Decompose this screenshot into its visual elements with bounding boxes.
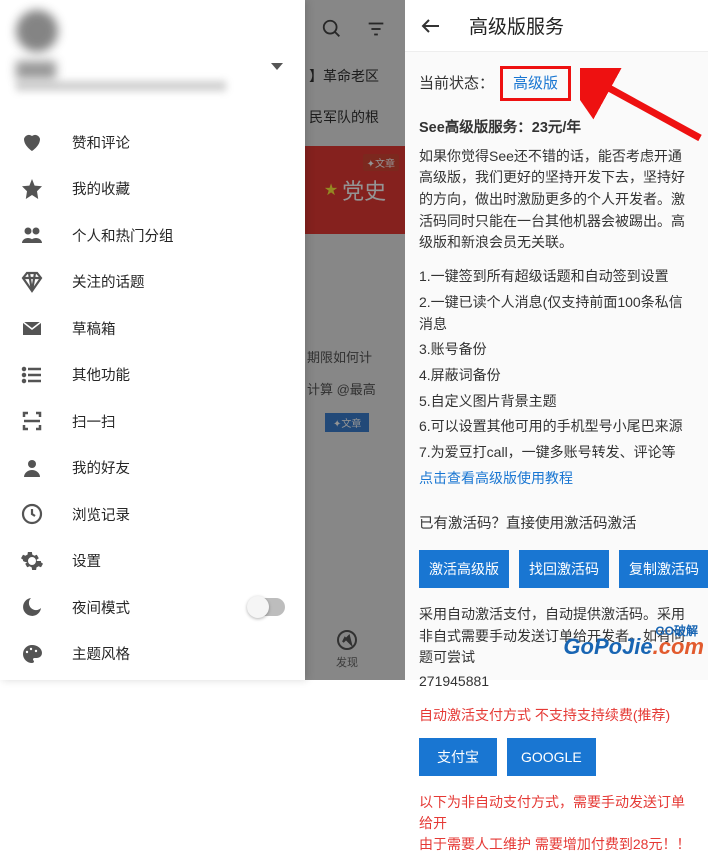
person-icon — [20, 456, 44, 480]
profile-name — [16, 61, 56, 79]
sidebar-item-label: 夜间模式 — [72, 597, 130, 618]
sidebar-item-label: 赞和评论 — [72, 132, 130, 153]
scan-icon — [20, 409, 44, 433]
panel-title: 高级版服务 — [469, 12, 564, 39]
gear-icon — [20, 549, 44, 573]
feature-item: 6.可以设置其他可用的手机型号小尾巴来源 — [419, 416, 694, 438]
sidebar-item-label: 我的收藏 — [72, 178, 130, 199]
back-arrow-icon[interactable] — [419, 14, 443, 38]
copy-code-button[interactable]: 复制激活码 — [619, 550, 708, 588]
sidebar-item-moon[interactable]: 夜间模式 — [0, 584, 305, 631]
avatar — [16, 10, 58, 52]
sidebar-item-label: 浏览记录 — [72, 504, 130, 525]
sidebar-item-gear[interactable]: 设置 — [0, 538, 305, 585]
google-button[interactable]: GOOGLE — [507, 738, 596, 776]
heart-icon — [20, 130, 44, 154]
sidebar-item-label: 草稿箱 — [72, 318, 116, 339]
autopay-warning: 自动激活支付方式 不支持支持续费(推荐) — [419, 705, 694, 727]
retrieve-code-button[interactable]: 找回激活码 — [519, 550, 609, 588]
activate-button[interactable]: 激活高级版 — [419, 550, 509, 588]
manual-pay-warn: 以下为非自动支付方式，需要手动发送订单给开 — [419, 792, 694, 834]
status-label: 当前状态： — [419, 72, 494, 95]
sidebar-item-clock[interactable]: 浏览记录 — [0, 491, 305, 538]
sidebar-item-diamond[interactable]: 关注的话题 — [0, 259, 305, 306]
sidebar-item-mail[interactable]: 草稿箱 — [0, 305, 305, 352]
chevron-down-icon[interactable] — [271, 63, 283, 70]
feature-item: 2.一键已读个人消息(仅支持前面100条私信消息 — [419, 292, 694, 335]
annotation-arrow-icon — [580, 68, 708, 158]
feature-item: 7.为爱豆打call，一键多账号转发、评论等 — [419, 442, 694, 464]
night-mode-toggle[interactable] — [249, 598, 285, 616]
sidebar-item-label: 设置 — [72, 550, 101, 571]
panel-header: 高级版服务 — [405, 0, 708, 52]
feature-item: 1.一键签到所有超级话题和自动签到设置 — [419, 266, 694, 288]
nav-drawer: 赞和评论我的收藏个人和热门分组关注的话题草稿箱其他功能扫一扫我的好友浏览记录设置… — [0, 0, 305, 680]
sidebar-item-group[interactable]: 个人和热门分组 — [0, 212, 305, 259]
palette-icon — [20, 642, 44, 666]
list-icon — [20, 363, 44, 387]
sidebar-item-label: 关注的话题 — [72, 271, 145, 292]
alipay-button[interactable]: 支付宝 — [419, 738, 497, 776]
status-badge: 高级版 — [500, 66, 571, 101]
mail-icon — [20, 316, 44, 340]
sidebar-item-heart[interactable]: 赞和评论 — [0, 119, 305, 166]
sidebar-item-label: 主题风格 — [72, 643, 130, 664]
star-icon — [20, 177, 44, 201]
has-code-text: 已有激活码？直接使用激活码激活 — [419, 513, 694, 535]
sidebar-item-scan[interactable]: 扫一扫 — [0, 398, 305, 445]
diamond-icon — [20, 270, 44, 294]
feature-item: 5.自定义图片背景主题 — [419, 391, 694, 413]
modal-overlay[interactable] — [305, 0, 405, 680]
sidebar-item-label: 个人和热门分组 — [72, 225, 174, 246]
manual-pay-warn2: 由于需要人工维护 需要增加付费到28元！！ — [419, 834, 694, 855]
service-desc: 如果你觉得See还不错的话，能否考虑开通高级版，我们更好的坚持开发下去，坚持好的… — [419, 146, 694, 254]
autopay-text: 采用自动激活支付，自动提供激活码。采用非自式需要手动发送订单给开发者。如有问题可… — [419, 604, 694, 669]
profile-header[interactable] — [0, 0, 305, 119]
background-feed: 】革命老区 民军队的根 ✦文章 ★ 党史 期限如何计 计算 @最高 ✦文章 发现 — [305, 0, 405, 680]
profile-sub — [16, 81, 226, 91]
sidebar-item-label: 扫一扫 — [72, 411, 116, 432]
sidebar-item-palette[interactable]: 主题风格 — [0, 631, 305, 678]
phone-text: 271945881 — [419, 671, 694, 693]
group-icon — [20, 223, 44, 247]
tutorial-link[interactable]: 点击查看高级版使用教程 — [419, 468, 573, 490]
sidebar-item-list[interactable]: 其他功能 — [0, 352, 305, 399]
sidebar-item-star[interactable]: 我的收藏 — [0, 166, 305, 213]
moon-icon — [20, 595, 44, 619]
clock-icon — [20, 502, 44, 526]
sidebar-item-label: 其他功能 — [72, 364, 130, 385]
feature-item: 3.账号备份 — [419, 339, 694, 361]
feature-item: 4.屏蔽词备份 — [419, 365, 694, 387]
sidebar-item-person[interactable]: 我的好友 — [0, 445, 305, 492]
sidebar-item-label: 我的好友 — [72, 457, 130, 478]
